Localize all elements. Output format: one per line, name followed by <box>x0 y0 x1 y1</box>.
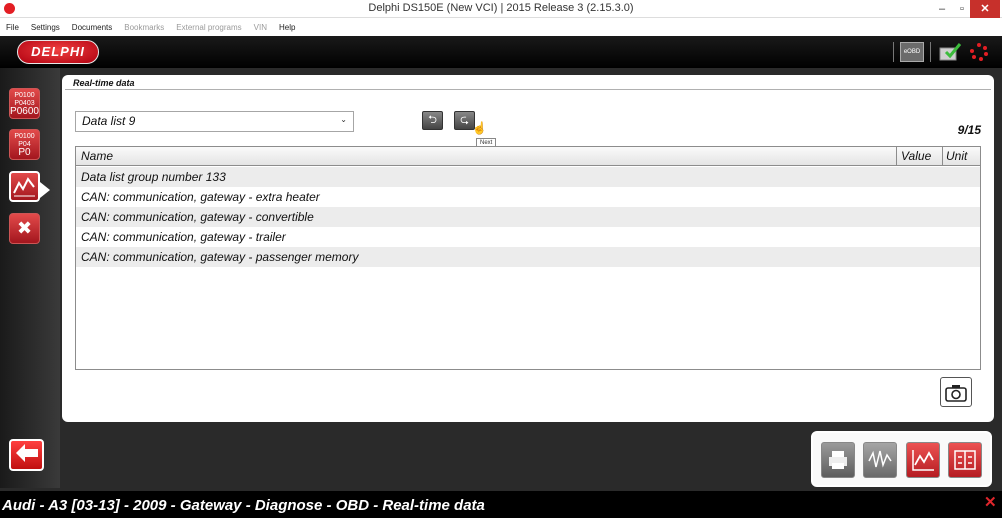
menu-documents[interactable]: Documents <box>72 23 112 32</box>
menu-help[interactable]: Help <box>279 23 295 32</box>
menu-bookmarks[interactable]: Bookmarks <box>124 23 164 32</box>
real-time-graph-icon <box>13 177 35 197</box>
dtc-code-label: P0100 <box>14 133 35 140</box>
table-row[interactable]: CAN: communication, gateway - passenger … <box>76 247 980 267</box>
real-time-data-panel: Real-time data Data list 9 ⌄ ⮌ ⮎ ☝ Next … <box>62 75 994 422</box>
measured-values-button[interactable] <box>863 442 897 478</box>
adjustments-tools-button[interactable]: ✖ <box>9 213 40 244</box>
erase-fault-codes-button[interactable]: P0100 P04 P0 <box>9 129 40 160</box>
column-header-unit[interactable]: Unit <box>946 149 967 163</box>
page-counter: 9/15 <box>957 123 981 137</box>
left-sidebar: P0100 P0403 P0600 P0100 P04 P0 ✖ <box>0 68 60 488</box>
table-row[interactable]: Data list group number 133 <box>76 167 980 187</box>
waveform-icon <box>868 450 892 468</box>
menu-vin[interactable]: VIN <box>254 23 267 32</box>
eobd-button[interactable]: eOBD <box>900 42 924 62</box>
table-body: Data list group number 133 CAN: communic… <box>76 167 980 267</box>
header-divider <box>893 42 894 62</box>
back-arrow-button[interactable] <box>9 439 44 471</box>
title-bar: Delphi DS150E (New VCI) | 2015 Release 3… <box>0 0 1002 18</box>
bottom-toolbar <box>811 431 992 487</box>
real-time-data-button[interactable] <box>9 171 40 202</box>
close-session-icon[interactable]: ✕ <box>984 493 997 511</box>
dtc-code-label: P0100 <box>14 92 35 99</box>
table-row[interactable]: CAN: communication, gateway - extra heat… <box>76 187 980 207</box>
menu-settings[interactable]: Settings <box>31 23 60 32</box>
hand-cursor-icon: ☝ <box>472 121 487 135</box>
status-bar: Audi - A3 [03-13] - 2009 - Gateway - Dia… <box>0 491 1002 518</box>
menu-file[interactable]: File <box>6 23 19 32</box>
compare-button[interactable] <box>948 442 982 478</box>
data-list-select[interactable]: Data list 9 ⌄ <box>75 111 354 132</box>
active-tab-marker <box>40 182 50 198</box>
dtc-code-label: P0600 <box>10 106 39 117</box>
table-row[interactable]: CAN: communication, gateway - convertibl… <box>76 207 980 227</box>
close-button[interactable]: ✕ <box>970 0 1000 18</box>
snapshot-button[interactable] <box>940 377 972 407</box>
printer-icon <box>829 451 847 469</box>
previous-list-button[interactable]: ⮌ <box>422 111 443 130</box>
delphi-logo: DELPHI <box>17 40 99 64</box>
graph-view-button[interactable] <box>906 442 940 478</box>
column-header-name[interactable]: Name <box>81 149 113 163</box>
column-header-value[interactable]: Value <box>901 149 931 163</box>
data-list-value: Data list 9 <box>82 114 136 128</box>
window-title: Delphi DS150E (New VCI) | 2015 Release 3… <box>368 2 634 14</box>
read-fault-codes-button[interactable]: P0100 P0403 P0600 <box>9 88 40 119</box>
vehicle-path-breadcrumb: Audi - A3 [03-13] - 2009 - Gateway - Dia… <box>2 497 485 514</box>
table-row[interactable]: CAN: communication, gateway - trailer <box>76 227 980 247</box>
menu-bar: File Settings Documents Bookmarks Extern… <box>0 18 1002 36</box>
data-table: Name Value Unit Data list group number 1… <box>75 146 981 370</box>
section-title: Real-time data <box>73 78 135 88</box>
compare-icon <box>954 450 976 470</box>
vci-connection-icon[interactable] <box>938 42 962 62</box>
chevron-down-icon: ⌄ <box>340 115 347 124</box>
dtc-code-label: P0 <box>18 147 31 158</box>
back-arrow-icon <box>15 444 38 462</box>
table-header: Name Value Unit <box>76 147 980 166</box>
line-chart-icon <box>912 450 934 471</box>
busy-indicator-icon <box>968 42 990 62</box>
section-divider <box>65 89 991 90</box>
column-divider <box>942 147 943 166</box>
menu-external-programs[interactable]: External programs <box>176 23 241 32</box>
app-header: DELPHI eOBD <box>0 36 1002 68</box>
column-divider <box>896 147 897 166</box>
print-button[interactable] <box>821 442 855 478</box>
camera-icon <box>945 385 967 402</box>
header-divider <box>930 42 931 62</box>
